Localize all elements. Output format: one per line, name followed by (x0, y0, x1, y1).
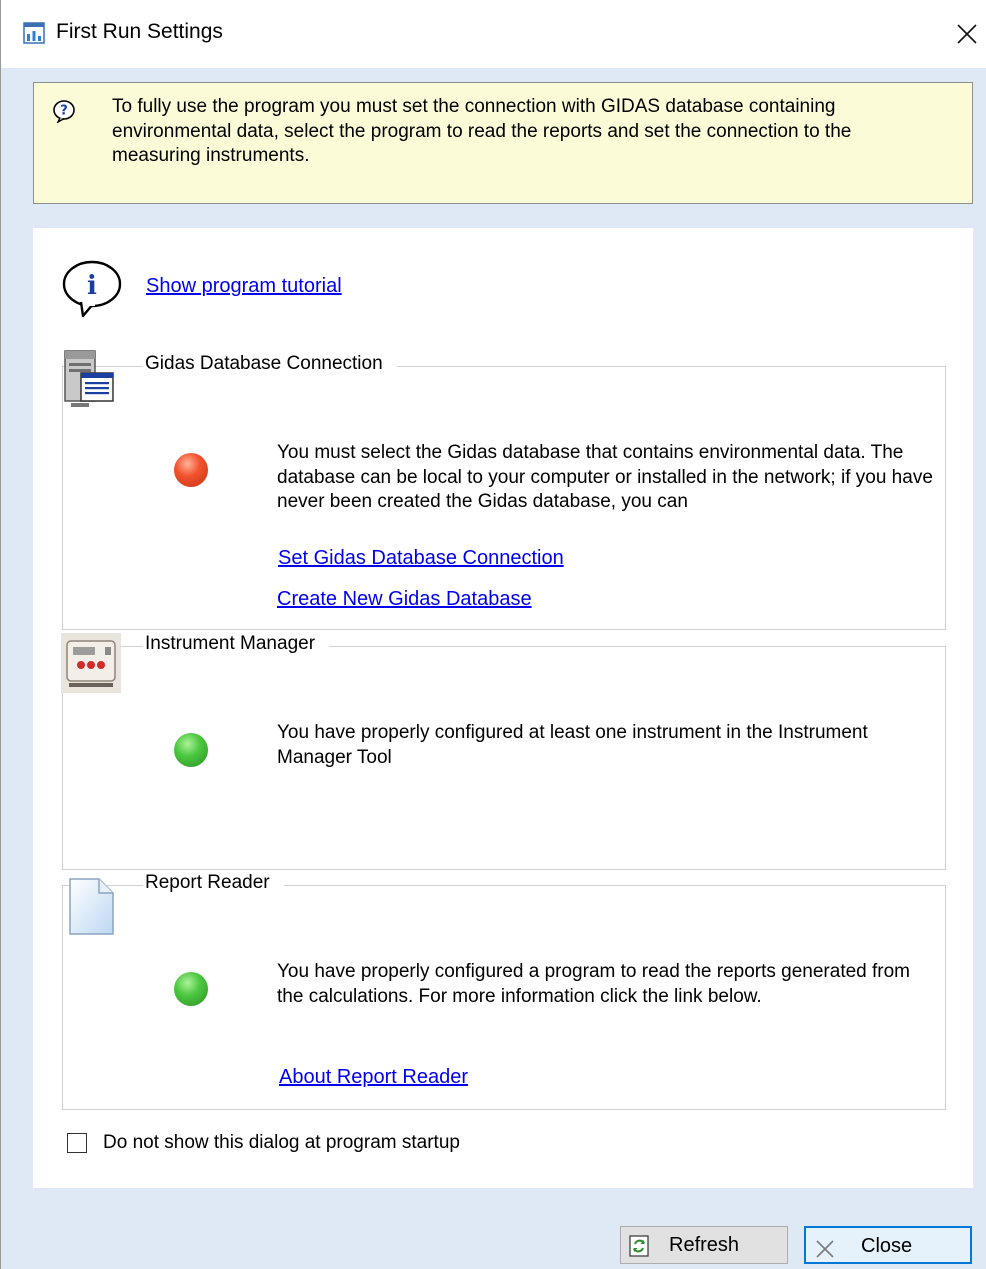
checkbox-label[interactable]: Do not show this dialog at program start… (103, 1132, 460, 1154)
svg-text:i: i (87, 271, 97, 301)
title-bar: First Run Settings (1, 0, 986, 68)
banner-message: To fully use the program you must set th… (112, 96, 852, 166)
do-not-show-checkbox[interactable] (67, 1133, 87, 1153)
group-message: You have properly configured a program t… (277, 961, 911, 1007)
database-server-icon (64, 350, 114, 407)
refresh-button[interactable]: Refresh (620, 1226, 788, 1264)
svg-text:?: ? (60, 104, 68, 119)
instrument-device-icon (61, 633, 121, 693)
content-panel: i Show program tutorial Gidas Database C… (33, 228, 973, 1188)
close-x-icon (816, 1240, 834, 1258)
group-message: You have properly configured at least on… (277, 722, 868, 768)
question-bubble-icon: ? (53, 100, 75, 123)
show-tutorial-link[interactable]: Show program tutorial (146, 275, 342, 298)
group-title: Instrument Manager (143, 633, 330, 655)
window-close-icon[interactable] (951, 18, 983, 50)
refresh-icon (629, 1235, 649, 1257)
about-report-reader-link[interactable]: About Report Reader (279, 1066, 468, 1089)
refresh-label: Refresh (669, 1234, 740, 1256)
group-report-reader: Report Reader You have properly configur… (62, 872, 946, 1110)
window-title: First Run Settings (56, 20, 223, 43)
group-message: You must select the Gidas database that … (277, 442, 933, 512)
group-gidas-database-connection: Gidas Database Connection You must selec… (62, 350, 946, 630)
info-banner: ? To fully use the program you must set … (33, 82, 973, 204)
status-indicator-red (174, 453, 208, 487)
first-run-settings-window: First Run Settings ? To fully use the pr… (0, 0, 986, 1269)
set-database-connection-link[interactable]: Set Gidas Database Connection (278, 547, 564, 570)
group-title: Report Reader (143, 872, 284, 894)
status-indicator-green (174, 733, 208, 767)
chart-app-icon (23, 22, 45, 44)
status-indicator-green (174, 972, 208, 1006)
create-database-link[interactable]: Create New Gidas Database (277, 588, 532, 611)
close-label: Close (861, 1235, 913, 1257)
group-instrument-manager: Instrument Manager You have properly con… (61, 633, 946, 870)
group-title: Gidas Database Connection (143, 353, 397, 375)
info-bubble-icon: i (62, 260, 122, 318)
close-button[interactable]: Close (804, 1226, 972, 1264)
document-icon (69, 878, 114, 935)
